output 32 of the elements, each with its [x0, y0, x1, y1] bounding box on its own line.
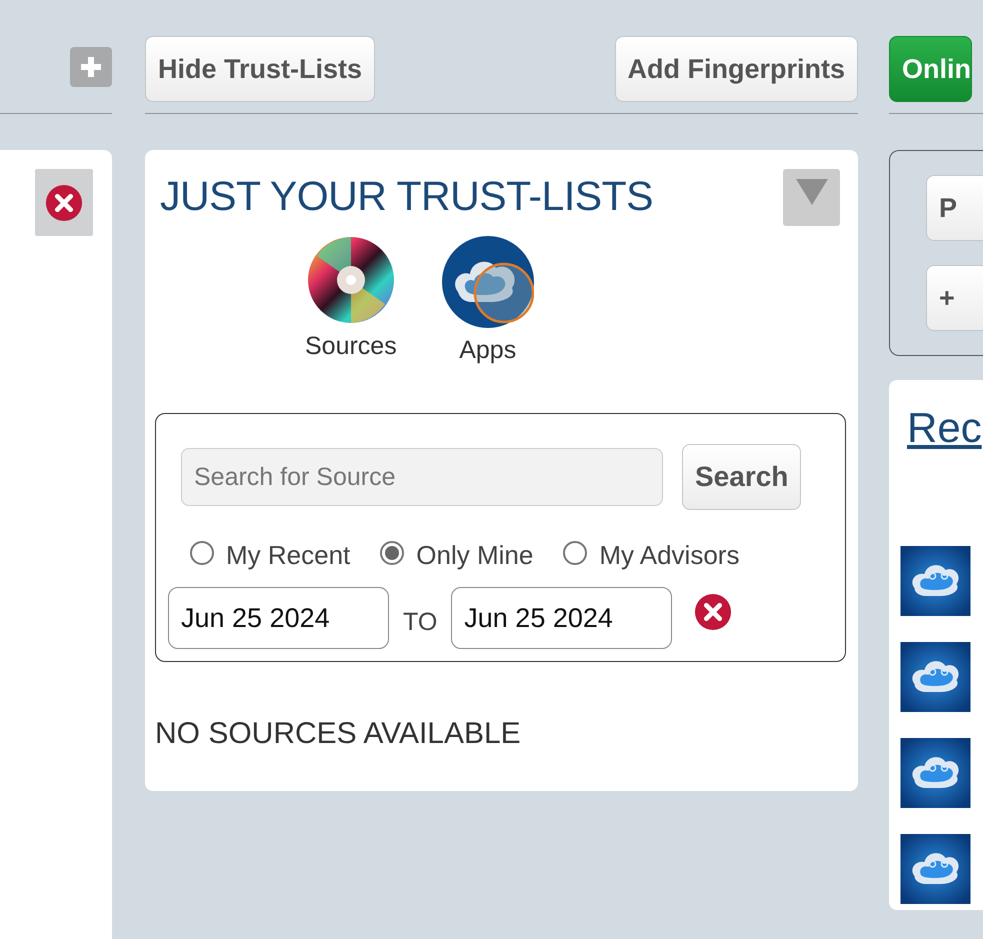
radio-label: Only Mine [416, 540, 534, 571]
cloud-icon[interactable] [900, 642, 971, 712]
action-button[interactable]: P [926, 175, 983, 241]
empty-message: NO SOURCES AVAILABLE [155, 717, 522, 751]
date-field[interactable]: Jun 25 2024 [451, 587, 672, 649]
search-field[interactable]: Search for Source [181, 448, 663, 506]
category-button[interactable]: Apps [442, 236, 534, 365]
close-icon[interactable] [45, 184, 83, 222]
category-button[interactable]: Sources [305, 236, 397, 365]
plus-icon [79, 55, 103, 79]
online-button[interactable]: Onlin [889, 36, 972, 102]
disc-icon [306, 236, 395, 324]
close-button[interactable] [35, 169, 93, 236]
search-button[interactable]: Search [682, 444, 802, 510]
date-field[interactable]: Jun 25 2024 [168, 587, 389, 649]
radio-label: My Recent [226, 540, 350, 571]
cloud-icon [442, 236, 534, 328]
panel-title: JUST YOUR TRUST-LISTS [160, 173, 653, 220]
action-button[interactable]: + [926, 265, 983, 331]
cloud-icon[interactable] [900, 546, 971, 616]
radio-button[interactable] [190, 540, 214, 564]
toolbar-button[interactable]: Hide Trust-Lists [145, 36, 376, 102]
radio-button[interactable] [380, 540, 404, 564]
range-label: TO [403, 608, 438, 636]
recent-link[interactable]: Rec [907, 404, 982, 451]
cloud-icon[interactable] [900, 834, 971, 904]
triangle-down-icon [796, 179, 828, 205]
radio-button[interactable] [563, 540, 588, 564]
radio-label: My Advisors [599, 540, 740, 571]
toolbar-button[interactable]: Add Fingerprints [614, 36, 858, 102]
close-icon[interactable] [694, 592, 732, 630]
cloud-icon[interactable] [900, 738, 971, 808]
